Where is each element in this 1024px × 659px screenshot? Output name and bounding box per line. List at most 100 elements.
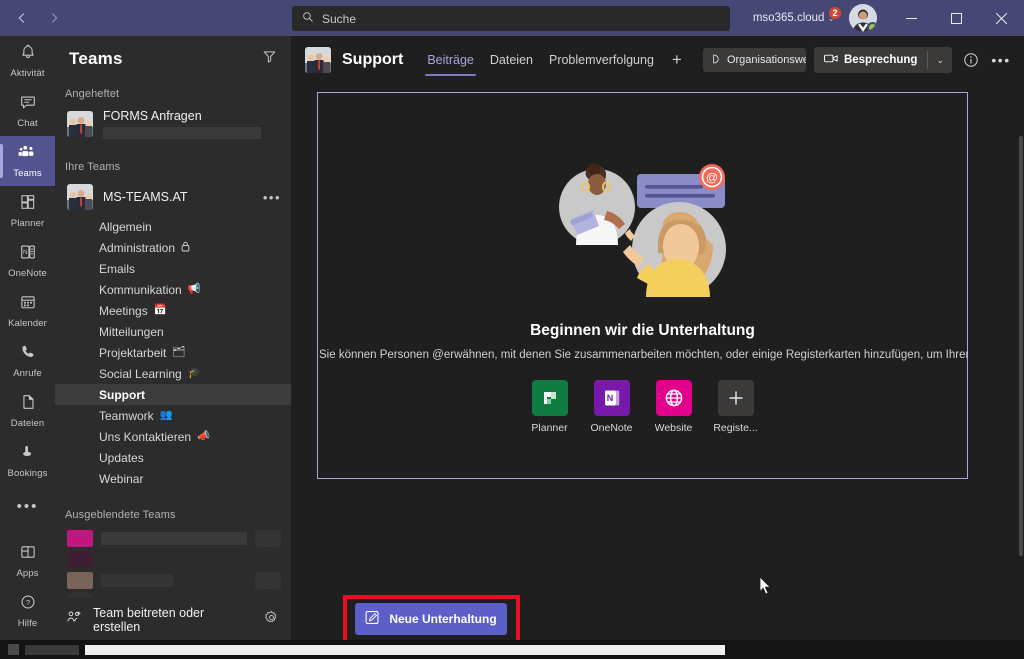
redacted-text <box>85 644 725 655</box>
org-wide-button[interactable]: Organisationswe <box>702 48 806 72</box>
sidebar-item-aktivitaet[interactable]: Aktivität <box>0 36 55 86</box>
channel-item-teamwork[interactable]: Teamwork 👥 <box>55 405 291 426</box>
page-title: Support <box>342 51 404 68</box>
join-create-team-label: Team beitreten oder erstellen <box>93 605 205 634</box>
app-label: Registe... <box>713 422 758 434</box>
onenote-app-icon: N <box>593 380 630 416</box>
search-input[interactable]: Suche <box>322 12 356 26</box>
notification-badge: 2 <box>828 6 842 20</box>
channel-item-kommunikation[interactable]: Kommunikation 📢 <box>55 279 291 300</box>
sidebar-item-chat[interactable]: Chat <box>0 86 55 136</box>
sidebar-item-label: Dateien <box>10 418 45 429</box>
sidebar-item-dateien[interactable]: Dateien <box>0 386 55 436</box>
bell-icon <box>19 43 37 66</box>
sidebar-item-apps[interactable]: Apps <box>0 536 55 586</box>
channel-item-support[interactable]: Support <box>55 384 291 405</box>
bookings-icon <box>19 443 37 466</box>
channel-item-uns-kontaktieren[interactable]: Uns Kontaktieren 📣 <box>55 426 291 447</box>
forward-button[interactable] <box>40 4 68 32</box>
more-options-icon[interactable]: ••• <box>990 49 1012 71</box>
list-item[interactable]: FORMS Anfragen <box>55 105 291 143</box>
app-tile-website[interactable]: Website <box>650 380 698 434</box>
minimize-button[interactable] <box>889 0 934 36</box>
channel-item-social-learning[interactable]: Social Learning 🎓 <box>55 363 291 384</box>
channel-item-mitteilungen[interactable]: Mitteilungen <box>55 321 291 342</box>
people-emoji-icon: 👥 <box>159 409 173 422</box>
maximize-button[interactable] <box>934 0 979 36</box>
app-tile-planner[interactable]: Planner <box>526 380 574 434</box>
sidebar-item-bookings[interactable]: Bookings <box>0 436 55 486</box>
meeting-main[interactable]: Besprechung <box>814 53 928 67</box>
sidebar-item-teams[interactable]: Teams <box>0 136 55 186</box>
two-people-chat-mention-illustration: @ <box>545 149 741 306</box>
meeting-label: Besprechung <box>843 54 918 66</box>
teams-icon <box>18 143 38 166</box>
tenant-switcher[interactable]: mso365.cloud ⌄ 2 <box>753 6 842 24</box>
tab-dateien[interactable]: Dateien <box>482 36 541 84</box>
join-or-create-team-row[interactable]: Team beitreten oder erstellen <box>55 598 291 640</box>
teams-list-panel: Teams Angeheftet FORMS Anfragen Ihre Tea… <box>55 36 291 640</box>
tab-label: Dateien <box>489 53 533 67</box>
app-tile-add-tab[interactable]: Registe... <box>712 380 760 434</box>
tab-beitraege[interactable]: Beiträge <box>419 36 482 84</box>
team-photo-avatar <box>305 47 331 73</box>
sidebar-item-onenote[interactable]: N OneNote <box>0 236 55 286</box>
your-teams-section-label: Ihre Teams <box>65 161 121 173</box>
svg-text:N: N <box>23 249 28 256</box>
channel-item-allgemein[interactable]: Allgemein <box>55 216 291 237</box>
search-bar[interactable]: Suche <box>292 6 730 31</box>
sidebar-item-planner[interactable]: Planner <box>0 186 55 236</box>
meeting-button[interactable]: Besprechung ⌄ <box>813 47 952 73</box>
more-options-icon[interactable]: ••• <box>263 190 281 205</box>
avatar[interactable] <box>849 4 877 32</box>
channel-label: Webinar <box>99 471 144 486</box>
taskbar-item[interactable] <box>8 644 19 655</box>
channel-label: Kommunikation <box>99 282 182 297</box>
main-scrollbar[interactable] <box>1018 36 1024 640</box>
announcement-icon: 📣 <box>197 430 211 443</box>
filter-icon[interactable] <box>262 49 277 69</box>
channel-header-actions: Organisationswe Besprechung ⌄ ••• <box>702 47 1024 73</box>
org-wide-label: Organisationswe <box>726 54 806 66</box>
sidebar-item-hilfe[interactable]: ? Hilfe <box>0 586 55 636</box>
info-circle-icon[interactable] <box>960 49 982 71</box>
app-tile-onenote[interactable]: N OneNote <box>588 380 636 434</box>
channel-label: Mitteilungen <box>99 324 164 339</box>
channel-item-meetings[interactable]: Meetings 📅 <box>55 300 291 321</box>
channel-item-projektarbeit[interactable]: Projektarbeit 🗂 <box>55 342 291 363</box>
list-item-label: FORMS Anfragen <box>103 109 202 123</box>
add-tab-button[interactable]: + <box>662 36 692 84</box>
org-chart-icon <box>712 54 722 67</box>
rail-more-button[interactable]: ••• <box>0 486 55 526</box>
back-button[interactable] <box>8 4 36 32</box>
titlebar-right: mso365.cloud ⌄ 2 <box>753 0 1024 36</box>
teams-app-window: Suche mso365.cloud ⌄ 2 <box>0 0 1024 659</box>
close-button[interactable] <box>979 0 1024 36</box>
sidebar-item-anrufe[interactable]: Anrufe <box>0 336 55 386</box>
sidebar-item-label: Anrufe <box>13 368 42 379</box>
sidebar-item-label: Apps <box>16 568 39 579</box>
chevron-down-icon[interactable]: ⌄ <box>928 55 952 66</box>
app-rail: Aktivität Chat Teams Planner N OneNote K… <box>0 36 55 640</box>
channel-header: Support Beiträge Dateien Problemverfolgu… <box>291 36 1024 84</box>
navigation-arrows <box>8 4 68 32</box>
lock-icon <box>181 241 190 255</box>
team-photo-avatar <box>67 184 93 210</box>
channel-item-administration[interactable]: Administration <box>55 237 291 258</box>
chat-icon <box>19 93 37 116</box>
sidebar-item-label: Hilfe <box>17 618 38 629</box>
planner-app-icon <box>531 380 568 416</box>
sidebar-item-kalender[interactable]: Kalender <box>0 286 55 336</box>
settings-gear-icon[interactable] <box>264 610 279 630</box>
tab-problemverfolgung[interactable]: Problemverfolgung <box>541 36 662 84</box>
channel-item-webinar[interactable]: Webinar <box>55 468 291 489</box>
channel-item-updates[interactable]: Updates <box>55 447 291 468</box>
sidebar-item-label: Planner <box>10 218 45 229</box>
scrollbar-thumb[interactable] <box>1019 136 1023 556</box>
new-conversation-button[interactable]: Neue Unterhaltung <box>355 603 507 635</box>
channel-item-emails[interactable]: Emails <box>55 258 291 279</box>
team-item-ms-teams-at[interactable]: MS-TEAMS.AT ••• <box>55 178 291 216</box>
search-icon <box>302 10 314 28</box>
tab-label: Beiträge <box>427 53 474 67</box>
svg-text:@: @ <box>705 171 717 185</box>
